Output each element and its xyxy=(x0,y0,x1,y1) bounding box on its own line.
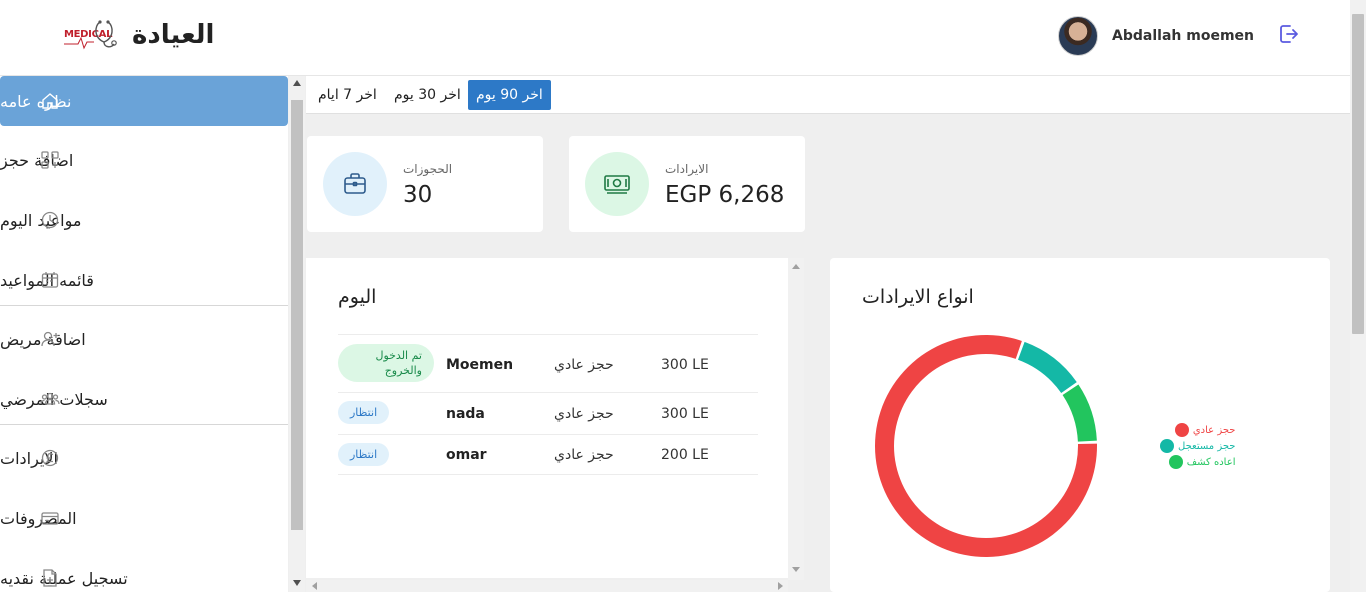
top-header: MEDICAL العيادة Abdallah moemen xyxy=(0,0,1350,76)
booking-price: 200 LE xyxy=(661,447,709,463)
sidebar-item-cash-transaction[interactable]: تسجيل عملية نقديه xyxy=(0,553,288,592)
legend-dot xyxy=(1168,455,1183,469)
table-row[interactable]: انتظار nada حجز عادي 300 LE xyxy=(338,392,758,434)
brand[interactable]: MEDICAL العيادة xyxy=(60,18,214,52)
sidebar-item-label: اضافة حجز xyxy=(0,150,74,170)
patient-name: Moemen xyxy=(446,357,514,373)
revenue-types-card: انواع الايرادات حجز عادي حجز مستعجل اعاده … xyxy=(830,258,1330,592)
logout-icon[interactable] xyxy=(1276,22,1300,50)
booking-type: حجز عادي xyxy=(554,357,614,373)
legend-label: حجز مستعجل xyxy=(1178,440,1236,452)
donut-slice-2[interactable] xyxy=(1017,341,1077,394)
booking-type: حجز عادي xyxy=(554,447,614,463)
grid-plus-icon xyxy=(41,151,59,169)
chart-title: انواع الايرادات xyxy=(862,286,974,308)
sidebar-item-today-appointments[interactable]: مواعيد اليوم xyxy=(0,195,288,245)
table-row[interactable]: تم الدخول والخروج Moemen حجز عادي 300 LE xyxy=(338,334,758,392)
sidebar-item-expenses[interactable]: المصروفات xyxy=(0,493,288,543)
bookings-label: الحجوزات xyxy=(403,162,453,176)
tab-last-90-days[interactable]: اخر 90 يوم xyxy=(468,80,551,110)
file-plus-icon xyxy=(43,569,57,587)
sidebar-item-patient-records[interactable]: سجلات المرضي xyxy=(0,374,288,424)
sidebar: نظره عامه اضافة حجز مواعيد اليوم قائمه ا… xyxy=(0,76,288,592)
user-plus-icon xyxy=(41,331,59,347)
tab-last-7-days[interactable]: اخر 7 ايام xyxy=(310,80,385,110)
sidebar-item-add-booking[interactable]: اضافة حجز xyxy=(0,135,288,185)
legend-dot xyxy=(1174,423,1189,437)
booking-price: 300 LE xyxy=(661,406,709,422)
status-badge: تم الدخول والخروج xyxy=(338,344,434,382)
sidebar-item-label: المصروفات xyxy=(0,508,77,528)
period-filter-bar: اخر 90 يوم اخر 30 يوم اخر 7 ايام xyxy=(306,76,1350,114)
today-appointments-card: اليوم تم الدخول والخروج Moemen حجز عادي … xyxy=(306,258,788,578)
legend-item[interactable]: اعاده كشف xyxy=(1160,454,1235,470)
legend-dot xyxy=(1160,439,1174,453)
briefcase-icon xyxy=(323,152,387,216)
booking-price: 300 LE xyxy=(661,357,709,373)
revenue-label: الايرادات xyxy=(665,162,709,176)
legend-item[interactable]: حجز عادي xyxy=(1160,422,1235,438)
legend-label: حجز عادي xyxy=(1192,424,1236,436)
scroll-left-arrow-icon[interactable] xyxy=(312,582,317,590)
scroll-right-arrow-icon[interactable] xyxy=(778,582,783,590)
today-title: اليوم xyxy=(338,286,377,308)
user-menu[interactable]: Abdallah moemen xyxy=(1058,16,1300,56)
patient-name: nada xyxy=(446,406,485,422)
revenue-donut-chart xyxy=(875,335,1097,557)
legend-label: اعاده كشف xyxy=(1186,456,1236,468)
sidebar-scroll-thumb[interactable] xyxy=(291,100,303,530)
home-icon xyxy=(42,93,58,109)
pound-icon xyxy=(41,449,59,467)
status-badge: انتظار xyxy=(338,443,390,466)
scroll-up-arrow-icon[interactable] xyxy=(293,80,301,86)
sidebar-item-appointments-list[interactable]: قائمه المواعيد xyxy=(0,255,288,305)
sidebar-item-revenues[interactable]: الايرادات xyxy=(0,433,288,483)
patient-name: omar xyxy=(446,447,487,463)
appointments-table: تم الدخول والخروج Moemen حجز عادي 300 LE… xyxy=(338,334,758,475)
sidebar-item-add-patient[interactable]: اضافة مريض xyxy=(0,314,288,364)
cash-icon xyxy=(585,152,649,216)
medical-logo: MEDICAL xyxy=(60,18,118,52)
sidebar-item-label: تسجيل عملية نقديه xyxy=(0,568,128,588)
revenue-stat-card: الايرادات EGP 6,268 xyxy=(569,136,805,232)
users-icon xyxy=(40,392,60,405)
scroll-up-arrow-icon[interactable] xyxy=(792,264,800,269)
booking-type: حجز عادي xyxy=(554,406,614,422)
today-card-scrollbar[interactable] xyxy=(788,258,804,580)
user-name[interactable]: Abdallah moemen xyxy=(1112,28,1254,44)
donut-slice-3[interactable] xyxy=(1062,384,1097,442)
today-card-h-scrollbar[interactable] xyxy=(306,580,788,592)
card-icon xyxy=(41,512,59,525)
revenue-value: EGP 6,268 xyxy=(665,182,785,208)
scroll-down-arrow-icon[interactable] xyxy=(293,580,301,586)
sidebar-divider xyxy=(0,305,288,306)
page-scroll-thumb[interactable] xyxy=(1352,14,1364,334)
sidebar-divider xyxy=(0,424,288,425)
table-row[interactable]: انتظار omar حجز عادي 200 LE xyxy=(338,434,758,475)
calendar-icon xyxy=(41,272,59,288)
tab-last-30-days[interactable]: اخر 30 يوم xyxy=(386,80,469,110)
avatar[interactable] xyxy=(1058,16,1099,56)
status-badge: انتظار xyxy=(338,401,390,424)
clock-icon xyxy=(41,211,59,229)
sidebar-item-overview[interactable]: نظره عامه xyxy=(0,76,288,126)
scroll-down-arrow-icon[interactable] xyxy=(792,567,800,572)
brand-title: العيادة xyxy=(132,20,215,50)
chart-legend: حجز عادي حجز مستعجل اعاده كشف xyxy=(1160,422,1235,470)
bookings-value: 30 xyxy=(403,182,433,208)
legend-item[interactable]: حجز مستعجل xyxy=(1160,438,1235,454)
sidebar-item-label: نظره عامه xyxy=(0,91,72,111)
bookings-stat-card: الحجوزات 30 xyxy=(307,136,543,232)
